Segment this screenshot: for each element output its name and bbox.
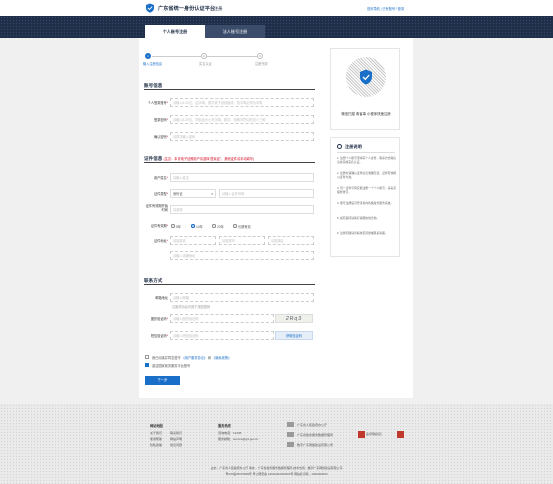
captcha-label: 图形验证码* [150,317,168,321]
site-subtitle: 注册 [214,5,223,11]
shield-icon [360,69,372,85]
period-10y-label: 10年 [196,225,203,229]
get-sms-code-button[interactable]: 获取验证码 [275,331,313,340]
help-item: 5. 如有疑问请拨打客服热线咨询。 [337,216,380,220]
help-panel: 注册说明 1. 注册个人账号须填写个人身份、联系方式等信息并完成实名认证。 2.… [330,137,400,257]
gov-error-badge-icon[interactable] [358,431,365,438]
period-5y-label: 5年 [176,225,181,229]
shield-logo-icon [146,3,154,13]
info-icon [337,143,342,149]
activate-national-checkbox[interactable] [145,363,149,367]
address-label: 证件地址* [154,239,168,243]
org-icon [287,422,294,427]
org-icon [287,432,294,437]
activate-national-label: 激活国家政务服务平台账号 [152,364,191,368]
footer-link[interactable]: 网站声明 [170,437,182,441]
help-item: 1. 注册个人账号须填写个人身份、联系方式等信息并完成实名认证。 [337,156,397,164]
email-input[interactable]: 请输入邮箱 [170,293,314,302]
step-connector [207,56,257,57]
step-2-label: 实名认证 [199,62,212,66]
footer-link[interactable]: 使用帮助 [150,437,162,441]
next-button[interactable]: 下一步 [145,376,180,385]
agree-terms-label: 我已阅读并同意遵守 《用户服务协议》 和 《隐私政策》 [152,356,232,360]
footer-link[interactable]: 常见问题 [170,443,182,447]
cert-start-label: 证件有效期开始时间 [145,204,168,212]
footer-hotline: 咨询电话：12345 [218,431,242,435]
chevron-down-icon: ▾ [211,192,213,196]
period-20y-radio[interactable] [212,224,216,228]
help-divider [337,152,395,153]
footer-icp: 粤ICP备05070829号 粤公网安备 44010402000000号 网站标… [225,472,328,476]
footer-copyright: 主办：广东省人民政府办公厅 承办：广东省政务服务数据管理局 技术支持：数字广东网… [210,466,343,470]
password-label: 登录密码* [154,118,168,122]
header-banner [0,16,553,38]
confirm-password-input[interactable]: 请再次输入密码 [170,132,314,141]
footer-org: 广东省人民政府办公厅 [297,423,328,427]
step-3-label: 注册完成 [255,62,268,66]
top-bar: 广东省统一身份认证平台 注册 首页导航 | 已有账号? 登录 [0,0,553,16]
section-divider [144,284,315,285]
help-item: 3. 同一证件号码仅能注册一个个人账号，请妥善保管账号。 [337,186,397,194]
footer-org: 数字广东网络建设有限公司 [297,443,334,447]
province-select[interactable]: 请选择省 [170,236,216,245]
period-5y-radio[interactable] [171,224,175,228]
help-title: 注册说明 [345,144,362,149]
account-label: 个人登录账号* [147,101,168,105]
city-select[interactable]: 请选择市 [219,236,265,245]
email-label: 邮箱地址 [155,296,168,300]
footer-link[interactable]: 联系我们 [170,431,182,435]
step-1-label: 输入注册信息 [143,62,163,66]
step-1-dot: 1 [145,53,151,59]
step-3-dot: 3 [257,53,263,59]
step-2-dot: 2 [201,53,207,59]
password-input[interactable]: 请输入8-20位，须包含大小写字母、数字、特殊字符中的至少三种 [170,115,314,124]
confirm-password-label: 确认密码* [154,135,168,139]
period-long-label: 长期有效 [238,225,251,229]
footer-email: 服务邮箱：service@gd.gov.cn [218,437,259,441]
footer-link[interactable]: 关于我们 [150,431,162,435]
sms-label: 短信验证码* [150,334,168,338]
name-label: 用户姓名* [154,176,168,180]
tab-personal[interactable]: 个人账号注册 [145,25,205,38]
period-20y-label: 20年 [217,225,224,229]
top-links[interactable]: 首页导航 | 已有账号? 登录 [367,6,404,11]
site-title: 广东省统一身份认证平台 [158,6,216,12]
org-icon [287,442,294,447]
period-long-radio[interactable] [233,224,237,228]
footer-link[interactable]: 隐私政策 [150,443,162,447]
help-item: 2. 注册时请确认证件信息准确无误，证件有效期以证件为准。 [337,171,397,179]
footer-org: 广东省政务服务数据管理局 [297,433,334,437]
service-agreement-link[interactable]: 《用户服务协议》 [182,356,208,360]
agree-terms-checkbox[interactable] [145,355,149,359]
captcha-image[interactable]: 2Rq3 [275,314,313,323]
cert-number-input[interactable]: 请输入证件号码 [219,189,314,198]
cert-type-label: 证件类型* [154,192,168,196]
section-divider [144,162,315,163]
cert-type-select[interactable]: 身份证 ▾ [170,189,216,198]
name-input[interactable]: 请输入姓名 [170,173,314,182]
help-item: 4. 账号注册后可登录省内各级政务服务系统。 [337,201,394,205]
account-input[interactable]: 请输入6-20位，由字母、数字或下划线组成，首字母必须为字母 [170,98,314,107]
period-10y-radio[interactable] [191,224,195,228]
qr-caption: 微信扫描 粤省事 小程序快速注册 [341,112,391,116]
cert-period-label: 证件有效期* [150,224,168,228]
privacy-policy-link[interactable]: 《隐私政策》 [212,356,231,360]
qr-panel: 微信扫描 粤省事 小程序快速注册 [330,48,400,130]
captcha-input[interactable]: 请输入图形验证码 [170,314,274,323]
gov-error-badge-label[interactable]: 政府网站找错 [366,432,382,436]
party-badge-icon [397,431,404,438]
help-item: 6. 注册问题请查看常见问题或联系客服。 [337,231,388,235]
tab-corporate[interactable]: 法人账号注册 [205,25,265,38]
email-hint: 注册成功后可用于找回密码 [172,305,211,309]
section-divider [144,89,315,90]
footer-sitemap-title: 网站地图 [150,424,163,428]
sms-input[interactable]: 请输入短信验证码 [170,331,274,340]
district-select[interactable]: 请选择区 [268,236,314,245]
cert-start-input[interactable]: 请选择 [170,205,314,214]
address-detail-input[interactable]: 请输入详细地址 [170,251,314,260]
step-connector [152,56,201,57]
footer-hotline-title: 服务热线 [218,424,231,428]
